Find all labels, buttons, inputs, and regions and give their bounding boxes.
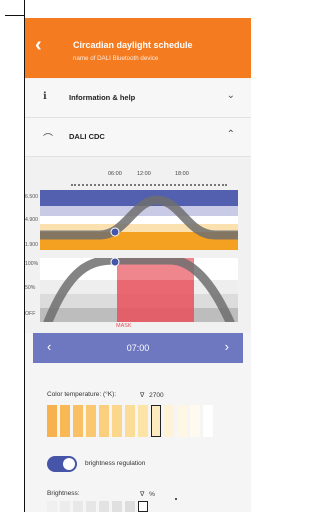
brightness-swatch[interactable] [86, 501, 96, 512]
color-temp-swatch[interactable] [125, 405, 135, 437]
color-temp-number: 2700 [149, 392, 164, 399]
color-temp-swatch[interactable] [138, 405, 148, 437]
timeline-label: 12:00 [137, 171, 151, 177]
app-header: ‹ Circadian daylight schedule name of DA… [25, 18, 251, 78]
color-temp-swatch[interactable] [177, 405, 187, 437]
brightness-value: ∇ % [140, 490, 155, 498]
section-information-help[interactable]: ℹ Information & help ⌄ [25, 79, 251, 118]
chevron-down-icon[interactable]: ⌄ [227, 90, 235, 101]
timeline-label: 18:00 [175, 171, 189, 177]
brightness-label: Brightness: [47, 490, 80, 497]
handle-dot [110, 258, 120, 267]
brightness-swatch[interactable] [112, 501, 122, 512]
brightness-swatch[interactable] [99, 501, 109, 512]
brightness-swatch[interactable] [60, 501, 70, 512]
mask-label: MASK [116, 323, 132, 329]
brightness-swatch[interactable] [138, 501, 148, 512]
color-temp-label: Color temperature: (°K): [47, 391, 117, 398]
color-temp-swatch[interactable] [164, 405, 174, 437]
color-temp-swatch[interactable] [112, 405, 122, 437]
brightness-swatch[interactable] [125, 501, 135, 512]
value-marker-icon: ∇ [140, 491, 145, 498]
back-icon[interactable]: ‹ [35, 35, 42, 55]
page-subtitle: name of DALI Bluetooth device [73, 55, 159, 62]
brightness-chart[interactable] [40, 258, 238, 322]
indicator-dot [175, 498, 177, 500]
section-label: Information & help [69, 93, 136, 102]
color-y-label: 4.900 [25, 217, 38, 223]
chevron-right-icon[interactable]: › [225, 340, 229, 353]
arc-icon: ⌒ [43, 134, 53, 145]
time-navigator: ‹ 07:00 › [33, 333, 243, 363]
page-title: Circadian daylight schedule [73, 40, 193, 50]
info-icon: ℹ [43, 91, 47, 102]
color-temp-swatch[interactable] [60, 405, 70, 437]
color-temp-swatch[interactable] [86, 405, 96, 437]
brightness-unit: % [149, 491, 155, 498]
color-temp-swatch[interactable] [73, 405, 83, 437]
brightness-y-label: OFF [25, 311, 36, 317]
value-marker-icon: ∇ [140, 392, 145, 399]
brightness-swatch[interactable] [47, 501, 57, 512]
color-temp-swatch[interactable] [190, 405, 200, 437]
toggle-knob [63, 458, 75, 470]
section-label: DALI CDC [69, 132, 105, 141]
section-dali-cdc[interactable]: ⌒ DALI CDC ⌃ [25, 118, 251, 157]
phone-screen: ‹ Circadian daylight schedule name of DA… [25, 18, 251, 512]
brightness-y-label: 50% [25, 285, 36, 291]
color-y-label: 6.500 [25, 194, 38, 200]
timeline-ticks [71, 184, 227, 186]
brightness-regulation-label: brightness regulation [85, 460, 146, 467]
brightness-y-label: 100% [25, 261, 39, 267]
color-y-label: 1.900 [25, 242, 38, 248]
schedule-point-editor: ‹ 07:00 › Color temperature: (°K): ∇ 270… [25, 333, 251, 512]
color-temp-swatch[interactable] [203, 405, 213, 437]
handle-dot [110, 227, 120, 237]
timeline-axis: 06:00 12:00 18:00 [25, 171, 251, 191]
chevron-up-icon[interactable]: ⌃ [227, 129, 235, 140]
color-temp-swatch[interactable] [99, 405, 109, 437]
timeline-label: 06:00 [108, 171, 122, 177]
brightness-regulation-toggle[interactable] [47, 456, 77, 472]
color-temp-value: ∇ 2700 [140, 391, 164, 399]
edge-tick [5, 15, 25, 16]
current-time: 07:00 [126, 343, 150, 353]
brightness-swatch[interactable] [73, 501, 83, 512]
color-temp-swatch[interactable] [151, 405, 161, 437]
color-temp-swatch[interactable] [47, 405, 57, 437]
color-temperature-chart[interactable] [40, 190, 238, 250]
